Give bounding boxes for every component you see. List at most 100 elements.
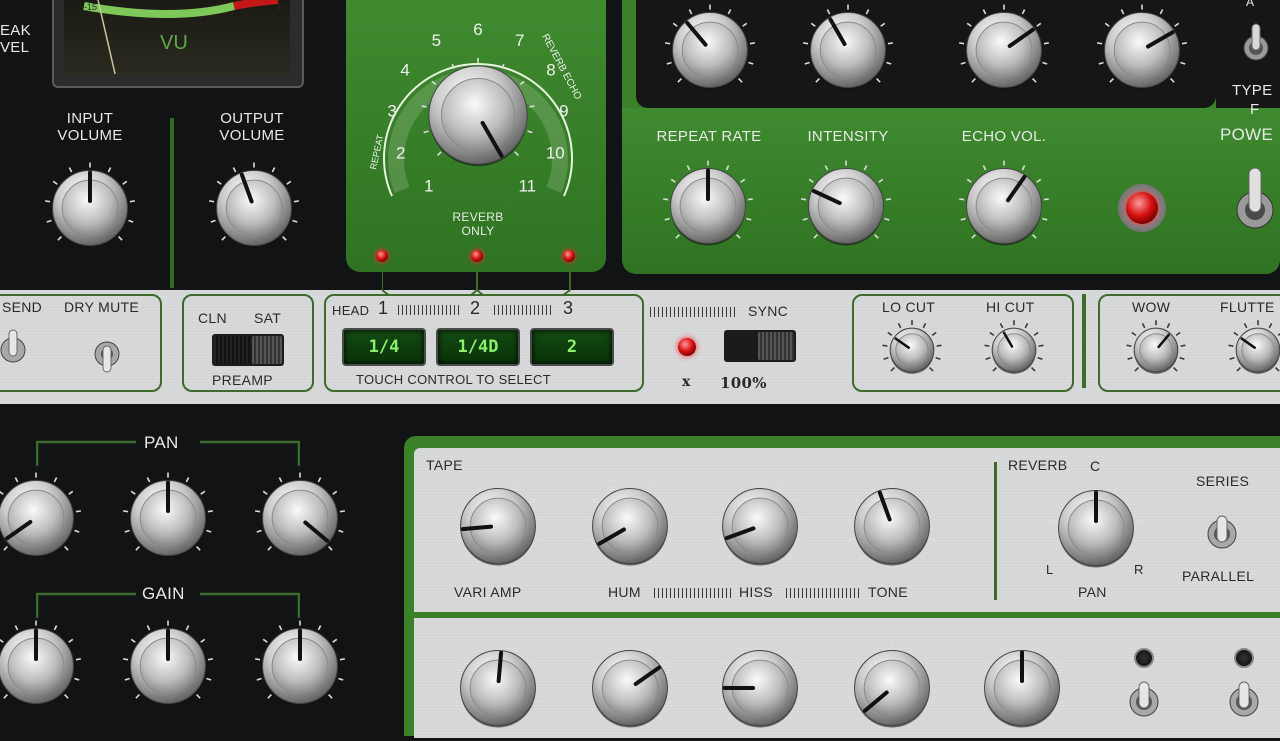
vu-meter: VU -15 3 [52, 0, 304, 88]
head3-number: 3 [563, 298, 574, 318]
divider [170, 118, 174, 288]
hi-cut-label: HI CUT [986, 299, 1035, 315]
peak-level-label-2: VEL [0, 39, 30, 56]
peak-level-label-1: EAK [0, 22, 31, 39]
repeat-arc-label: REPEAT [368, 133, 385, 170]
lower-toggle-1[interactable] [1126, 678, 1162, 720]
sync-label: SYNC [748, 303, 789, 319]
hi-cut-knob[interactable] [984, 320, 1044, 378]
echo-top-knob-1[interactable] [662, 2, 758, 98]
lower-knob-1[interactable] [450, 640, 546, 736]
type-label: TYPE [1232, 82, 1273, 99]
power-toggle[interactable] [1230, 162, 1280, 232]
reverb-pan-r: R [1134, 562, 1144, 577]
reverb-selector-knob[interactable] [415, 52, 541, 178]
head-connector-lines [381, 260, 572, 297]
reverb-pan-c: C [1090, 458, 1101, 474]
lower-knob-4[interactable] [844, 640, 940, 736]
vu-scale-right: 3 [276, 2, 282, 12]
power-label: POWE [1220, 125, 1274, 144]
input-volume-label: INPUT VOLUME [57, 110, 123, 144]
send-toggle[interactable] [0, 328, 30, 372]
lower-knob-2[interactable] [582, 640, 678, 736]
reverb-dial-number: 1 [424, 176, 433, 195]
reverb-dial-number: 2 [396, 144, 405, 163]
reverb-dial-number: 3 [387, 101, 396, 120]
type-top-label: A [1246, 0, 1255, 9]
echo-vol-knob[interactable] [956, 158, 1052, 254]
touch-control-label: TOUCH CONTROL TO SELECT [356, 372, 551, 387]
pan-knob-1[interactable] [0, 470, 84, 566]
echo-top-knob-2[interactable] [800, 2, 896, 98]
head3-led [563, 250, 575, 262]
tape-divider [994, 462, 997, 600]
reverb-dial-number: 7 [515, 31, 524, 50]
vari-amp-knob[interactable] [450, 478, 546, 574]
reverb-pan-label: PAN [1078, 584, 1107, 600]
dry-mute-label: DRY MUTE [64, 299, 140, 315]
gain-knob-3[interactable] [252, 618, 348, 714]
hiss-label: HISS [739, 584, 773, 600]
gain-knob-2[interactable] [120, 618, 216, 714]
head2-selector[interactable]: 1/4D [436, 328, 520, 366]
reverb-dial-number: 11 [518, 176, 536, 195]
head2-3-ticks [494, 305, 554, 315]
series-label: SERIES [1196, 473, 1250, 489]
tone-label: TONE [868, 584, 908, 600]
tape-title: TAPE [426, 457, 463, 473]
type-toggle[interactable] [1238, 22, 1274, 62]
repeat-rate-label: REPEAT RATE [656, 128, 762, 145]
pan-knob-2[interactable] [120, 470, 216, 566]
reverb-dial-number: 5 [432, 31, 441, 50]
hum-knob[interactable] [582, 478, 678, 574]
repeat-rate-knob[interactable] [660, 158, 756, 254]
sync-switch[interactable] [724, 330, 796, 362]
strip-divider [1082, 294, 1086, 388]
send-label: SEND [2, 299, 43, 315]
reverb-dial-number: 6 [473, 20, 482, 39]
reverb-pan-knob[interactable] [1048, 480, 1144, 576]
tone-knob[interactable] [844, 478, 940, 574]
hum-label: HUM [608, 584, 641, 600]
hum-hiss-ticks [654, 588, 734, 598]
reverb-pan-l: L [1046, 562, 1054, 577]
pan-label: PAN [144, 433, 179, 452]
head-label: HEAD [332, 303, 370, 318]
echo-top-knob-3[interactable] [956, 2, 1052, 98]
reverb-dial-number: 10 [546, 144, 565, 163]
lower-knob-3[interactable] [712, 640, 808, 736]
head3-selector[interactable]: 2 [530, 328, 614, 366]
lower-led-1 [1134, 648, 1154, 668]
series-parallel-toggle[interactable] [1204, 510, 1240, 560]
head1-selector[interactable]: 1/4 [342, 328, 426, 366]
head2-led [471, 250, 483, 262]
sync-x-label: x [682, 374, 691, 390]
sync-ticks [650, 307, 738, 317]
hiss-knob[interactable] [712, 478, 808, 574]
head2-number: 2 [470, 298, 481, 318]
intensity-label: INTENSITY [807, 128, 889, 145]
flutter-label: FLUTTE [1220, 299, 1275, 315]
gain-knob-1[interactable] [0, 618, 84, 714]
echo-top-knob-4[interactable] [1094, 2, 1190, 98]
output-volume-label: OUTPUT VOLUME [219, 110, 285, 144]
intensity-knob[interactable] [798, 158, 894, 254]
parallel-label: PARALLEL [1182, 568, 1255, 584]
wow-knob[interactable] [1126, 320, 1186, 378]
hiss-tone-ticks [786, 588, 862, 598]
lower-toggle-2[interactable] [1226, 678, 1262, 720]
pan-knob-3[interactable] [252, 470, 348, 566]
input-volume-knob[interactable] [42, 160, 138, 256]
dry-mute-toggle[interactable] [92, 332, 122, 376]
reverb-only-label: REVERB ONLY [452, 210, 504, 238]
lo-cut-knob[interactable] [882, 320, 942, 378]
type-value: F [1250, 101, 1260, 118]
output-volume-knob[interactable] [206, 160, 302, 256]
lower-knob-5[interactable] [974, 640, 1070, 736]
reverb-dial-number: 4 [400, 60, 409, 79]
echo-vol-label: ECHO VOL. [961, 128, 1047, 145]
preamp-switch[interactable] [212, 334, 284, 366]
reverb-dial-number: 9 [559, 101, 568, 120]
flutter-knob[interactable] [1228, 320, 1280, 378]
gain-label: GAIN [142, 584, 185, 603]
